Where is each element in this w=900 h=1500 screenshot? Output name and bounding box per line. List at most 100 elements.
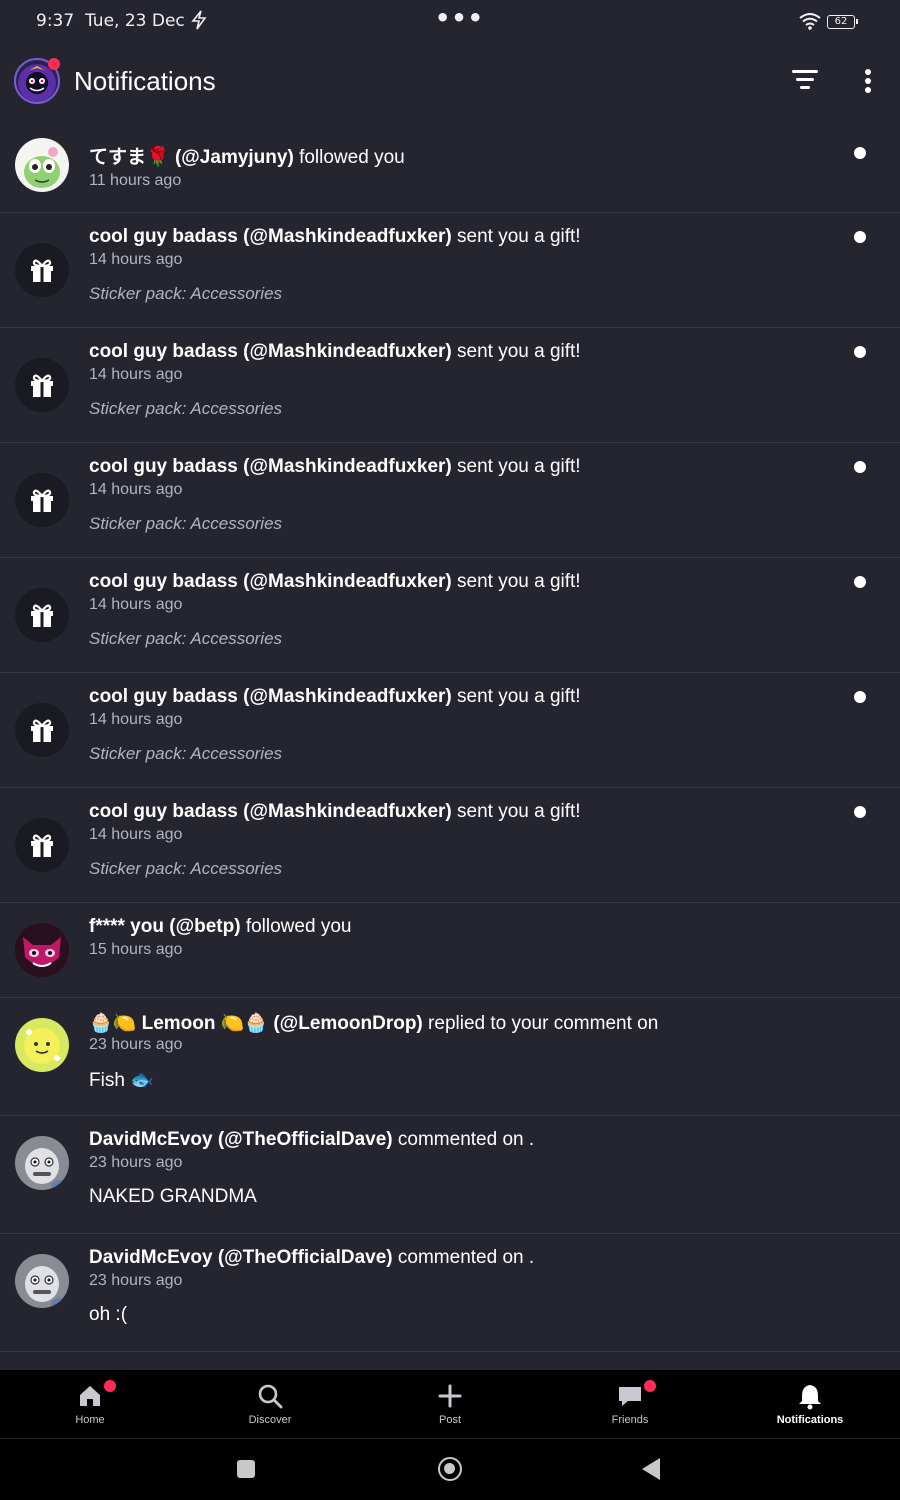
system-navigation-bar bbox=[0, 1439, 900, 1500]
notification-item[interactable]: DavidMcEvoy (@TheOfficialDave) commented… bbox=[0, 1234, 900, 1352]
notification-action: sent you a gift! bbox=[451, 571, 581, 592]
sender-handle[interactable]: (@Mashkindeadfuxker) bbox=[243, 686, 452, 707]
unread-dot bbox=[854, 691, 866, 703]
notification-action: commented on . bbox=[392, 1247, 535, 1268]
notification-item[interactable]: f**** you (@betp) followed you 15 hours a… bbox=[0, 903, 900, 998]
sender-name[interactable]: cool guy badass bbox=[89, 801, 238, 822]
unread-dot bbox=[854, 461, 866, 473]
sender-handle[interactable]: (@TheOfficialDave) bbox=[218, 1247, 393, 1268]
nav-notifications[interactable]: Notifications bbox=[720, 1370, 900, 1438]
notification-action: sent you a gift! bbox=[451, 801, 581, 822]
nav-post[interactable]: Post bbox=[360, 1370, 540, 1438]
notification-item[interactable]: cool guy badass (@Mashkindeadfuxker) sen… bbox=[0, 328, 900, 443]
gift-description: Sticker pack: Accessories bbox=[89, 744, 283, 763]
notification-time: 14 hours ago bbox=[89, 366, 183, 383]
chat-icon bbox=[616, 1382, 644, 1410]
battery-icon: 62 bbox=[827, 15, 858, 29]
notification-item[interactable]: てすま🌹 (@Jamyjuny) followed you 11 hours a… bbox=[0, 118, 900, 213]
notification-title: cool guy badass (@Mashkindeadfuxker) sen… bbox=[89, 801, 581, 823]
bottom-navigation: Home Discover Post Friends Notifications bbox=[0, 1370, 900, 1438]
sender-name[interactable]: cool guy badass bbox=[89, 686, 238, 707]
nav-discover[interactable]: Discover bbox=[180, 1370, 360, 1438]
gift-icon bbox=[15, 358, 69, 412]
notification-item[interactable]: cool guy badass (@Mashkindeadfuxker) sen… bbox=[0, 788, 900, 903]
bell-icon bbox=[796, 1382, 824, 1410]
notification-list: てすま🌹 (@Jamyjuny) followed you 11 hours a… bbox=[0, 118, 900, 1352]
notification-item[interactable]: 🧁🍋 Lemoon 🍋🧁 (@LemoonDrop) replied to yo… bbox=[0, 998, 900, 1116]
notification-time: 14 hours ago bbox=[89, 596, 183, 613]
charging-bolt-icon bbox=[191, 10, 207, 35]
comment-text: Fish 🐟 bbox=[89, 1070, 154, 1091]
gift-description: Sticker pack: Accessories bbox=[89, 514, 283, 533]
gift-icon bbox=[15, 243, 69, 297]
gift-icon bbox=[15, 588, 69, 642]
notification-title: cool guy badass (@Mashkindeadfuxker) sen… bbox=[89, 686, 581, 708]
user-avatar[interactable] bbox=[15, 1136, 69, 1190]
nav-friends[interactable]: Friends bbox=[540, 1370, 720, 1438]
app-bar: Notifications bbox=[0, 52, 900, 112]
sender-handle[interactable]: (@betp) bbox=[169, 916, 240, 937]
nav-home[interactable]: Home bbox=[0, 1370, 180, 1438]
comment-text: oh :( bbox=[89, 1304, 128, 1325]
unread-dot bbox=[854, 806, 866, 818]
sender-handle[interactable]: (@LemoonDrop) bbox=[273, 1013, 422, 1034]
notification-title: f**** you (@betp) followed you bbox=[89, 916, 351, 938]
sender-handle[interactable]: (@Mashkindeadfuxker) bbox=[243, 801, 452, 822]
sender-handle[interactable]: (@Mashkindeadfuxker) bbox=[243, 341, 452, 362]
notification-title: DavidMcEvoy (@TheOfficialDave) commented… bbox=[89, 1129, 534, 1151]
notification-action: replied to your comment on bbox=[422, 1013, 659, 1034]
notification-title: cool guy badass (@Mashkindeadfuxker) sen… bbox=[89, 341, 581, 363]
notification-title: cool guy badass (@Mashkindeadfuxker) sen… bbox=[89, 456, 581, 478]
gift-description: Sticker pack: Accessories bbox=[89, 284, 283, 303]
notification-item[interactable]: cool guy badass (@Mashkindeadfuxker) sen… bbox=[0, 443, 900, 558]
notification-title: cool guy badass (@Mashkindeadfuxker) sen… bbox=[89, 226, 581, 248]
notification-item[interactable]: DavidMcEvoy (@TheOfficialDave) commented… bbox=[0, 1116, 900, 1234]
sender-name[interactable]: f**** you bbox=[89, 916, 164, 937]
more-options-icon[interactable] bbox=[858, 69, 878, 97]
notification-time: 11 hours ago bbox=[89, 172, 182, 189]
notification-title: DavidMcEvoy (@TheOfficialDave) commented… bbox=[89, 1247, 534, 1269]
home-button[interactable] bbox=[438, 1457, 462, 1481]
unread-dot bbox=[854, 346, 866, 358]
notification-time: 15 hours ago bbox=[89, 941, 183, 958]
plus-icon bbox=[436, 1382, 464, 1410]
notification-item[interactable]: cool guy badass (@Mashkindeadfuxker) sen… bbox=[0, 673, 900, 788]
notification-time: 14 hours ago bbox=[89, 826, 183, 843]
user-avatar[interactable] bbox=[15, 138, 69, 192]
sender-name[interactable]: 🧁🍋 Lemoon 🍋🧁 bbox=[89, 1013, 268, 1034]
nav-notifications-label: Notifications bbox=[776, 1414, 844, 1426]
back-button[interactable] bbox=[642, 1458, 660, 1480]
nav-home-label: Home bbox=[75, 1414, 105, 1426]
sender-handle[interactable]: (@Mashkindeadfuxker) bbox=[243, 226, 452, 247]
recents-button[interactable] bbox=[237, 1460, 255, 1478]
home-icon bbox=[76, 1382, 104, 1410]
page-title: Notifications bbox=[74, 66, 216, 96]
notification-time: 14 hours ago bbox=[89, 251, 183, 268]
sender-name[interactable]: cool guy badass bbox=[89, 571, 238, 592]
user-avatar[interactable] bbox=[15, 1018, 69, 1072]
sender-name[interactable]: cool guy badass bbox=[89, 341, 238, 362]
sender-name[interactable]: cool guy badass bbox=[89, 456, 238, 477]
sender-name[interactable]: DavidMcEvoy bbox=[89, 1247, 213, 1268]
user-avatar[interactable] bbox=[15, 923, 69, 977]
notification-action: sent you a gift! bbox=[451, 456, 581, 477]
notification-time: 14 hours ago bbox=[89, 711, 183, 728]
friends-badge bbox=[644, 1380, 656, 1392]
gift-description: Sticker pack: Accessories bbox=[89, 399, 283, 418]
notification-time: 23 hours ago bbox=[89, 1272, 183, 1289]
sender-name[interactable]: DavidMcEvoy bbox=[89, 1129, 213, 1150]
sender-handle[interactable]: (@TheOfficialDave) bbox=[218, 1129, 393, 1150]
sender-handle[interactable]: (@Mashkindeadfuxker) bbox=[243, 571, 452, 592]
filter-icon[interactable] bbox=[791, 70, 819, 94]
unread-dot bbox=[854, 576, 866, 588]
notification-action: followed you bbox=[240, 916, 352, 937]
user-avatar[interactable] bbox=[15, 1254, 69, 1308]
notification-item[interactable]: cool guy badass (@Mashkindeadfuxker) sen… bbox=[0, 213, 900, 328]
sender-name[interactable]: cool guy badass bbox=[89, 226, 238, 247]
notification-item[interactable]: cool guy badass (@Mashkindeadfuxker) sen… bbox=[0, 558, 900, 673]
gift-description: Sticker pack: Accessories bbox=[89, 859, 283, 878]
sender-handle[interactable]: (@Mashkindeadfuxker) bbox=[243, 456, 452, 477]
unread-dot bbox=[854, 231, 866, 243]
notification-time: 14 hours ago bbox=[89, 481, 183, 498]
home-badge bbox=[104, 1380, 116, 1392]
